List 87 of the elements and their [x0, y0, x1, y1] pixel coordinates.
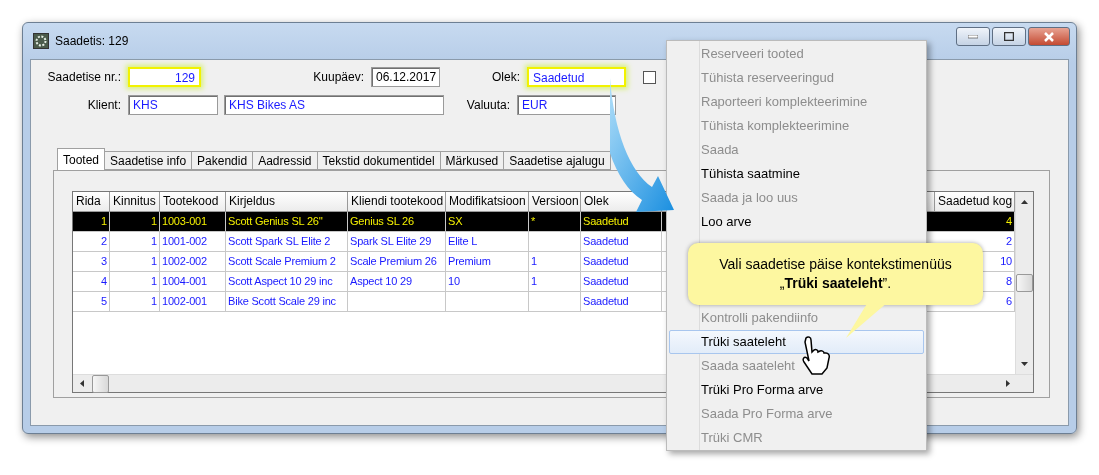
column-header[interactable]: Tootekood	[160, 192, 226, 212]
tab[interactable]: Märkused	[439, 151, 505, 170]
callout-text: „Trüki saateleht”.	[779, 274, 892, 293]
table-cell: Genius SL 26	[348, 212, 446, 232]
app-icon	[33, 33, 49, 49]
menu-item[interactable]: Loo arve	[669, 210, 924, 234]
table-cell: 1001-002	[160, 232, 226, 252]
input-field[interactable]: Saadetud	[527, 67, 626, 87]
table-cell: 3	[73, 252, 110, 272]
table-cell: Spark SL Elite 29	[348, 232, 446, 252]
scroll-right-icon[interactable]	[1006, 380, 1010, 387]
tab[interactable]: Saadetise ajalugu	[503, 151, 611, 170]
minimize-icon	[968, 34, 978, 39]
tab[interactable]: Saadetise info	[104, 151, 193, 170]
scroll-up-icon[interactable]	[1021, 200, 1028, 204]
table-cell: *	[529, 212, 581, 232]
checkbox[interactable]	[643, 70, 656, 84]
menu-item[interactable]: Trüki saateleht	[669, 330, 924, 354]
table-cell: Saadetud	[581, 272, 662, 292]
table-cell: Scale Premium 26	[348, 252, 446, 272]
field-label: Valuuta:	[465, 98, 511, 112]
input-field[interactable]: KHS	[128, 95, 218, 115]
table-cell	[529, 232, 581, 252]
table-cell: Scott Spark SL Elite 2	[226, 232, 348, 252]
table-cell: Scott Aspect 10 29 inc	[226, 272, 348, 292]
field-label: Olek:	[491, 70, 521, 84]
tab[interactable]: Tooted	[57, 148, 106, 170]
column-header[interactable]: Versioon	[529, 192, 581, 212]
table-cell: 1	[529, 252, 581, 272]
window-title: Saadetis: 129	[55, 34, 130, 48]
table-cell: 1	[110, 272, 160, 292]
input-field[interactable]: KHS Bikes AS	[224, 95, 444, 115]
table-cell: 1003-001	[160, 212, 226, 232]
scroll-left-icon[interactable]	[80, 380, 84, 387]
column-header[interactable]: Kliendi tootekood	[348, 192, 446, 212]
table-cell: 1	[73, 212, 110, 232]
scroll-down-icon[interactable]	[1021, 362, 1028, 366]
scroll-thumb[interactable]	[1016, 274, 1033, 292]
tab[interactable]: Aadressid	[252, 151, 318, 170]
column-header[interactable]: Kirjeldus	[226, 192, 348, 212]
table-cell: 1	[110, 292, 160, 312]
column-header[interactable]: Rida	[73, 192, 110, 212]
column-header[interactable]: Modifikatsioon	[446, 192, 529, 212]
table-cell: 1002-002	[160, 252, 226, 272]
table-cell: 2	[73, 232, 110, 252]
field-label: Kuupäev:	[312, 70, 365, 84]
table-cell: 1002-001	[160, 292, 226, 312]
close-button[interactable]	[1028, 27, 1070, 46]
table-cell: Saadetud	[581, 252, 662, 272]
menu-item[interactable]: Trüki Pro Forma arve	[669, 378, 924, 402]
tab[interactable]: Tekstid dokumentidel	[316, 151, 441, 170]
table-cell: SX	[446, 212, 529, 232]
table-cell: 10	[446, 272, 529, 292]
table-cell: Scott Scale Premium 2	[226, 252, 348, 272]
minimize-button[interactable]	[956, 27, 990, 46]
menu-item[interactable]: Tühista saatmine	[669, 162, 924, 186]
table-cell: 1	[110, 232, 160, 252]
table-cell: Scott Genius SL 26''	[226, 212, 348, 232]
table-cell: Bike Scott Scale 29 inc	[226, 292, 348, 312]
maximize-icon	[1004, 32, 1014, 41]
table-cell: Saadetud	[581, 292, 662, 312]
table-cell	[529, 292, 581, 312]
column-header[interactable]: Kinnitus	[110, 192, 160, 212]
table-cell: Elite L	[446, 232, 529, 252]
table-cell: Saadetud	[581, 232, 662, 252]
input-field[interactable]: 129	[128, 67, 201, 87]
table-cell: 5	[73, 292, 110, 312]
close-icon	[1043, 31, 1055, 42]
field-label: Klient:	[86, 98, 122, 112]
vertical-scrollbar[interactable]	[1015, 192, 1033, 374]
table-cell: 1	[110, 252, 160, 272]
tab[interactable]: Pakendid	[191, 151, 254, 170]
table-cell: Aspect 10 29	[348, 272, 446, 292]
maximize-button[interactable]	[992, 27, 1026, 46]
table-cell: 4	[73, 272, 110, 292]
table-cell: Premium	[446, 252, 529, 272]
table-cell: 1	[110, 212, 160, 232]
field-label: Saadetise nr.:	[46, 70, 122, 84]
table-cell: 4	[935, 212, 1015, 232]
table-cell: Saadetud	[581, 212, 662, 232]
table-cell: 1004-001	[160, 272, 226, 292]
hand-cursor-icon	[800, 336, 832, 376]
input-field[interactable]: EUR	[517, 95, 616, 115]
scroll-thumb[interactable]	[92, 375, 109, 393]
column-header[interactable]: Saadetud kog	[935, 192, 1015, 212]
table-cell: 1	[529, 272, 581, 292]
input-field[interactable]: 06.12.2017	[371, 67, 440, 87]
